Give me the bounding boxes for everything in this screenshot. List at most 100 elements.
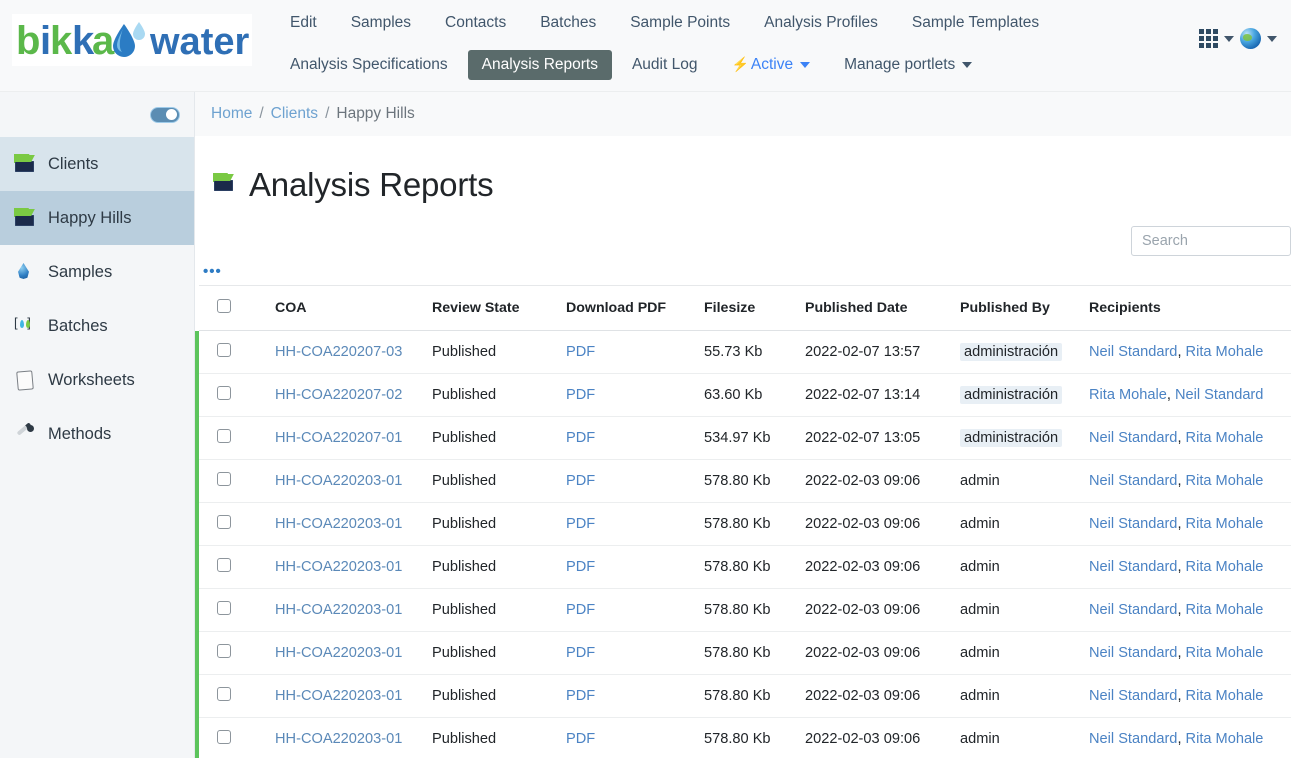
recipient-link[interactable]: Rita Mohale bbox=[1186, 473, 1264, 489]
row-checkbox-icon[interactable] bbox=[217, 472, 231, 486]
brand-logo-wrap[interactable]: b i k k a water bbox=[0, 0, 258, 66]
row-checkbox-icon[interactable] bbox=[217, 386, 231, 400]
nav-item-active-state[interactable]: ⚡Active bbox=[717, 50, 824, 81]
nav-item-analysis-specifications[interactable]: Analysis Specifications bbox=[276, 50, 462, 81]
table-row[interactable]: HH-COA220203-01PublishedPDF578.80 Kb2022… bbox=[197, 675, 1291, 718]
column-header-published-by[interactable]: Published By bbox=[960, 286, 1089, 331]
sidebar-item-happy-hills[interactable]: Happy Hills bbox=[0, 191, 194, 245]
coa-link[interactable]: HH-COA220203-01 bbox=[275, 559, 402, 575]
row-checkbox-icon[interactable] bbox=[217, 601, 231, 615]
recipient-link[interactable]: Neil Standard bbox=[1089, 645, 1177, 661]
column-header-download-pdf[interactable]: Download PDF bbox=[566, 286, 704, 331]
recipient-link[interactable]: Rita Mohale bbox=[1186, 688, 1264, 704]
nav-item-contacts[interactable]: Contacts bbox=[431, 8, 520, 39]
pdf-download-link[interactable]: PDF bbox=[566, 473, 595, 489]
recipient-link[interactable]: Neil Standard bbox=[1089, 473, 1177, 489]
recipient-link[interactable]: Rita Mohale bbox=[1186, 559, 1264, 575]
coa-link[interactable]: HH-COA220203-01 bbox=[275, 731, 402, 747]
pdf-download-link[interactable]: PDF bbox=[566, 516, 595, 532]
row-checkbox-icon[interactable] bbox=[217, 730, 231, 744]
pdf-download-link[interactable]: PDF bbox=[566, 602, 595, 618]
table-options-menu[interactable]: ••• bbox=[195, 256, 1291, 285]
coa-link[interactable]: HH-COA220203-01 bbox=[275, 516, 402, 532]
recipient-link[interactable]: Neil Standard bbox=[1089, 602, 1177, 618]
column-header-recipients[interactable]: Recipients bbox=[1089, 286, 1291, 331]
table-row[interactable]: HH-COA220203-01PublishedPDF578.80 Kb2022… bbox=[197, 718, 1291, 758]
recipient-link[interactable]: Neil Standard bbox=[1089, 344, 1177, 360]
nav-item-samples[interactable]: Samples bbox=[337, 8, 425, 39]
search-input[interactable] bbox=[1131, 226, 1291, 256]
row-checkbox-icon[interactable] bbox=[217, 644, 231, 658]
recipient-link[interactable]: Neil Standard bbox=[1089, 430, 1177, 446]
nav-item-manage-portlets[interactable]: Manage portlets bbox=[830, 50, 986, 81]
sidebar-item-batches[interactable]: Batches bbox=[0, 299, 194, 353]
row-checkbox-icon[interactable] bbox=[217, 515, 231, 529]
recipient-link[interactable]: Neil Standard bbox=[1089, 559, 1177, 575]
pdf-download-link[interactable]: PDF bbox=[566, 688, 595, 704]
cell-published-date: 2022-02-03 09:06 bbox=[805, 675, 960, 718]
sidebar-item-clients[interactable]: Clients bbox=[0, 137, 194, 191]
table-row[interactable]: HH-COA220203-01PublishedPDF578.80 Kb2022… bbox=[197, 589, 1291, 632]
recipient-link[interactable]: Rita Mohale bbox=[1186, 516, 1264, 532]
sidebar-toggle-icon[interactable] bbox=[150, 107, 180, 123]
recipient-link[interactable]: Rita Mohale bbox=[1186, 430, 1264, 446]
row-checkbox-icon[interactable] bbox=[217, 687, 231, 701]
breadcrumb-item-home[interactable]: Home bbox=[211, 105, 252, 123]
pdf-download-link[interactable]: PDF bbox=[566, 344, 595, 360]
row-checkbox-icon[interactable] bbox=[217, 343, 231, 357]
column-header-filesize[interactable]: Filesize bbox=[704, 286, 805, 331]
column-header-published-date[interactable]: Published Date bbox=[805, 286, 960, 331]
table-row[interactable]: HH-COA220207-03PublishedPDF55.73 Kb2022-… bbox=[197, 331, 1291, 374]
coa-link[interactable]: HH-COA220203-01 bbox=[275, 473, 402, 489]
row-checkbox-icon[interactable] bbox=[217, 558, 231, 572]
pdf-download-link[interactable]: PDF bbox=[566, 731, 595, 747]
sidebar-item-worksheets[interactable]: Worksheets bbox=[0, 353, 194, 407]
breadcrumb-item-clients[interactable]: Clients bbox=[271, 105, 318, 123]
sidebar-item-samples[interactable]: Samples bbox=[0, 245, 194, 299]
pdf-download-link[interactable]: PDF bbox=[566, 387, 595, 403]
table-row[interactable]: HH-COA220203-01PublishedPDF578.80 Kb2022… bbox=[197, 546, 1291, 589]
nav-item-sample-points[interactable]: Sample Points bbox=[616, 8, 744, 39]
nav-item-sample-templates[interactable]: Sample Templates bbox=[898, 8, 1053, 39]
cell-published-by: admin bbox=[960, 546, 1089, 589]
coa-link[interactable]: HH-COA220203-01 bbox=[275, 602, 402, 618]
chevron-down-icon[interactable] bbox=[1267, 36, 1277, 42]
recipient-link[interactable]: Neil Standard bbox=[1089, 688, 1177, 704]
table-row[interactable]: HH-COA220207-02PublishedPDF63.60 Kb2022-… bbox=[197, 374, 1291, 417]
nav-item-audit-log[interactable]: Audit Log bbox=[618, 50, 712, 81]
column-header-review-state[interactable]: Review State bbox=[432, 286, 566, 331]
recipient-link[interactable]: Neil Standard bbox=[1175, 387, 1263, 403]
row-checkbox-icon[interactable] bbox=[217, 429, 231, 443]
recipient-link[interactable]: Neil Standard bbox=[1089, 516, 1177, 532]
coa-link[interactable]: HH-COA220203-01 bbox=[275, 688, 402, 704]
recipient-link[interactable]: Rita Mohale bbox=[1186, 731, 1264, 747]
recipient-link[interactable]: Rita Mohale bbox=[1186, 602, 1264, 618]
select-all-checkbox-icon[interactable] bbox=[217, 299, 231, 313]
pdf-download-link[interactable]: PDF bbox=[566, 645, 595, 661]
column-header-coa[interactable]: COA bbox=[275, 286, 432, 331]
chevron-down-icon[interactable] bbox=[1224, 36, 1234, 42]
nav-item-edit[interactable]: Edit bbox=[276, 8, 331, 39]
coa-link[interactable]: HH-COA220207-01 bbox=[275, 430, 402, 446]
pdf-download-link[interactable]: PDF bbox=[566, 430, 595, 446]
nav-item-analysis-reports[interactable]: Analysis Reports bbox=[468, 50, 612, 81]
pdf-download-link[interactable]: PDF bbox=[566, 559, 595, 575]
recipient-link[interactable]: Rita Mohale bbox=[1186, 344, 1264, 360]
table-row[interactable]: HH-COA220207-01PublishedPDF534.97 Kb2022… bbox=[197, 417, 1291, 460]
sidebar-item-methods[interactable]: Methods bbox=[0, 407, 194, 461]
page-title: Analysis Reports bbox=[249, 166, 493, 204]
recipient-link[interactable]: Neil Standard bbox=[1089, 731, 1177, 747]
recipient-link[interactable]: Rita Mohale bbox=[1089, 387, 1167, 403]
globe-icon[interactable] bbox=[1240, 28, 1261, 49]
nav-item-batches[interactable]: Batches bbox=[526, 8, 610, 39]
recipient-link[interactable]: Rita Mohale bbox=[1186, 645, 1264, 661]
coa-link[interactable]: HH-COA220207-03 bbox=[275, 344, 402, 360]
apps-grid-icon[interactable] bbox=[1199, 29, 1218, 48]
coa-link[interactable]: HH-COA220207-02 bbox=[275, 387, 402, 403]
coa-link[interactable]: HH-COA220203-01 bbox=[275, 645, 402, 661]
table-row[interactable]: HH-COA220203-01PublishedPDF578.80 Kb2022… bbox=[197, 460, 1291, 503]
table-row[interactable]: HH-COA220203-01PublishedPDF578.80 Kb2022… bbox=[197, 503, 1291, 546]
table-row[interactable]: HH-COA220203-01PublishedPDF578.80 Kb2022… bbox=[197, 632, 1291, 675]
bika-water-logo[interactable]: b i k k a water bbox=[12, 14, 252, 66]
nav-item-analysis-profiles[interactable]: Analysis Profiles bbox=[750, 8, 892, 39]
